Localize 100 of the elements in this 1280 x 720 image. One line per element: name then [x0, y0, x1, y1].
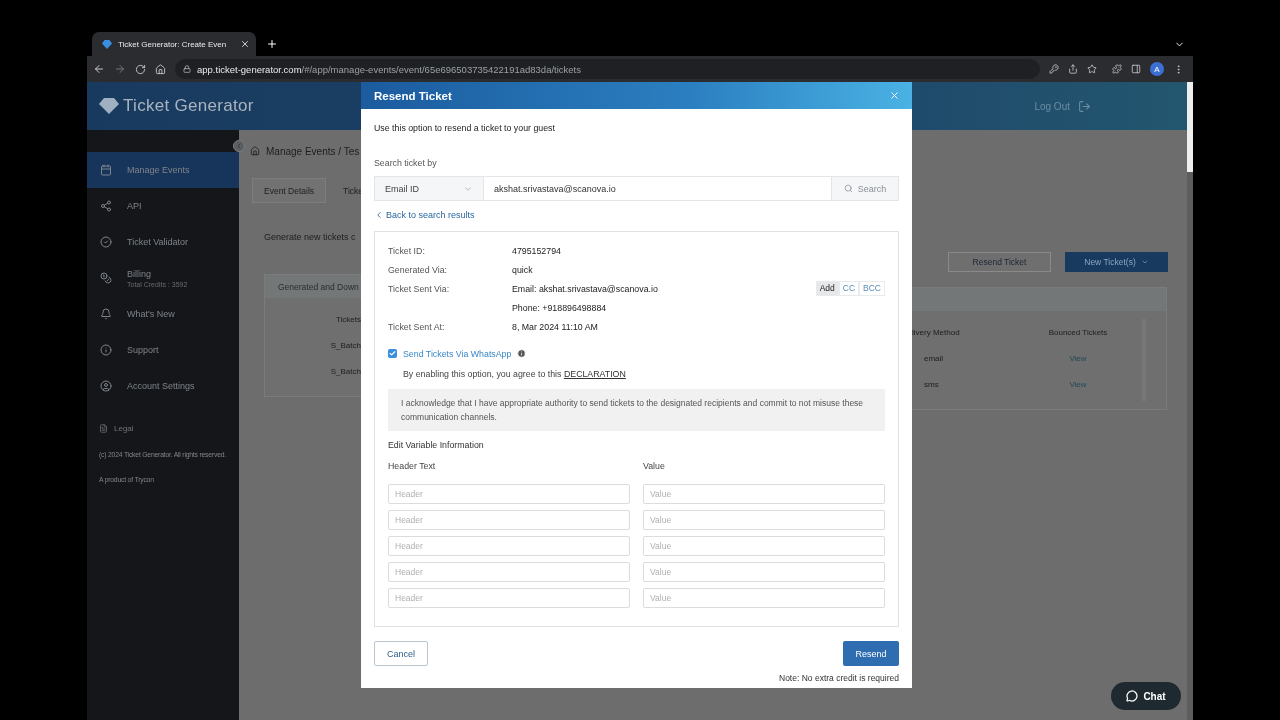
chat-bubble-icon	[1126, 690, 1139, 702]
search-icon	[843, 184, 853, 193]
section-title: Edit Variable Information	[388, 439, 485, 451]
sidebar-item[interactable]: Account Settings	[87, 368, 239, 404]
search-by-select[interactable]: Email ID	[374, 176, 484, 201]
new-tab-icon[interactable]	[266, 38, 278, 50]
sidebar-label: Billing	[127, 268, 152, 279]
detail-label: Ticket Sent At:	[388, 321, 446, 332]
sidebar-item[interactable]: Ticket Validator	[87, 224, 239, 260]
resend-button[interactable]: Resend	[843, 641, 899, 666]
document-icon	[99, 424, 108, 433]
key-icon[interactable]	[1049, 64, 1059, 74]
diamond-logo-icon	[99, 98, 119, 114]
detail-value: Phone: +918896498884	[512, 302, 608, 313]
lock-icon	[183, 65, 191, 73]
consent-text: By enabling this option, you agree to this DECLARATION	[403, 368, 627, 380]
table-cell: S_Batch	[330, 341, 361, 351]
tab-title: Ticket Generator: Create Even	[118, 39, 228, 49]
calendar-icon	[100, 164, 112, 176]
sidebar-label: Support	[127, 345, 159, 355]
address-bar[interactable]: app.ticket-generator.com/#/app/manage-events/event/65e696503735422191ad83da/tickets	[175, 59, 1040, 79]
info-icon[interactable]	[517, 349, 527, 358]
share-icon[interactable]	[1068, 64, 1078, 74]
dialog-title: Resend Ticket	[374, 89, 452, 102]
sidebar-item[interactable]: Support	[87, 332, 239, 368]
sidebar-item[interactable]: API	[87, 188, 239, 224]
value-field[interactable]: Value	[643, 484, 885, 504]
sidebar-label: Manage Events	[127, 165, 190, 175]
search-field[interactable]: akshat.srivastava@scanova.io	[484, 176, 831, 201]
back-link[interactable]: Back to search results	[374, 209, 475, 221]
diamond-logo-icon	[102, 39, 112, 49]
profile-avatar[interactable]: A	[1150, 62, 1164, 76]
column-header: livery Method	[912, 328, 960, 338]
logout-icon	[1078, 99, 1091, 113]
column-header: Bounced Tickets	[1048, 328, 1108, 338]
acknowledgement-text: I acknowledge that I have appropriate authority to send tickets to the designated recipients and commit to not misuse these communication channels.	[388, 389, 885, 431]
recipient-option[interactable]: BCC	[859, 281, 885, 296]
sidebar-item[interactable]: Manage Events	[87, 152, 239, 188]
user-icon	[100, 380, 112, 392]
resend-ticket-button[interactable]: Resend Ticket	[948, 252, 1051, 272]
detail-label: Ticket Sent Via:	[388, 283, 451, 294]
value-field[interactable]: Value	[643, 536, 885, 556]
check-circle-icon	[100, 236, 112, 248]
coins-icon	[100, 272, 112, 284]
close-icon[interactable]	[240, 39, 250, 49]
table-title: Generated and Down	[265, 275, 361, 298]
search-label: Search ticket by	[374, 157, 438, 169]
sidebar-label: Account Settings	[127, 381, 195, 391]
info-icon	[100, 344, 112, 356]
browser-tab[interactable]: Ticket Generator: Create Even	[92, 32, 256, 56]
declaration-link[interactable]: DECLARATION	[563, 369, 626, 379]
sidebar-label: What's New	[127, 309, 175, 319]
search-button[interactable]: Search	[831, 176, 899, 201]
reload-icon[interactable]	[135, 63, 146, 75]
logo-text: Ticket Generator	[123, 96, 254, 116]
new-tickets-button[interactable]: New Ticket(s)	[1065, 252, 1168, 272]
back-icon[interactable]	[93, 63, 105, 75]
header-field[interactable]: Header	[388, 536, 630, 556]
sidebar-label: Ticket Validator	[127, 237, 189, 247]
detail-label: Generated Via:	[388, 264, 448, 275]
recipient-option[interactable]: Add	[815, 281, 839, 296]
side-panel-icon[interactable]	[1131, 64, 1141, 74]
intro-text: Generate new tickets c	[264, 232, 357, 242]
checkbox[interactable]	[388, 349, 397, 358]
value-field[interactable]: Value	[643, 562, 885, 582]
detail-value: Email: akshat.srivastava@scanova.io	[512, 283, 659, 294]
detail-value: quick	[512, 264, 534, 275]
header-field[interactable]: Header	[388, 510, 630, 530]
header-field[interactable]: Header	[388, 562, 630, 582]
note-text: Note: No extra credit is required	[779, 672, 899, 684]
scrollbar[interactable]	[1187, 82, 1193, 720]
detail-value: 8, Mar 2024 11:10 AM	[512, 321, 599, 332]
collapse-icon[interactable]	[233, 140, 245, 152]
url-path: /#/app/manage-events/event/65e696503735422191ad83da/tickets	[301, 63, 581, 75]
column-header: Tickets	[335, 315, 361, 325]
column-header: Value	[643, 460, 666, 472]
detail-label: Ticket ID:	[388, 245, 426, 256]
table-cell-text: email	[923, 354, 944, 364]
table-cell-text: sms	[923, 380, 939, 390]
column-header: Header Text	[388, 460, 437, 472]
sidebar-label: API	[127, 201, 142, 211]
header-field[interactable]: Header	[388, 588, 630, 608]
star-icon[interactable]	[1087, 64, 1097, 74]
url-host: app.ticket-generator.com	[197, 63, 302, 75]
chat-button[interactable]: Chat	[1111, 682, 1181, 710]
table-cell: S_Batch	[330, 367, 361, 377]
value-field[interactable]: Value	[643, 510, 885, 530]
breadcrumb: Manage Events / Tes	[266, 145, 360, 157]
whatsapp-label: Send Tickets Via WhatsApp	[403, 348, 512, 359]
cancel-button[interactable]: Cancel	[374, 641, 428, 666]
sidebar-item[interactable]: What's New	[87, 296, 239, 332]
page-tab[interactable]: Event Details	[252, 178, 327, 203]
share-icon	[100, 200, 112, 212]
caret-icon	[1140, 258, 1149, 266]
detail-value: 4795152794	[512, 245, 562, 256]
dialog-intro: Use this option to resend a ticket to your guest	[374, 122, 556, 134]
puzzle-icon[interactable]	[1112, 64, 1122, 74]
value-field[interactable]: Value	[643, 588, 885, 608]
legal-link[interactable]: Legal	[114, 424, 134, 433]
header-field[interactable]: Header	[388, 484, 630, 504]
